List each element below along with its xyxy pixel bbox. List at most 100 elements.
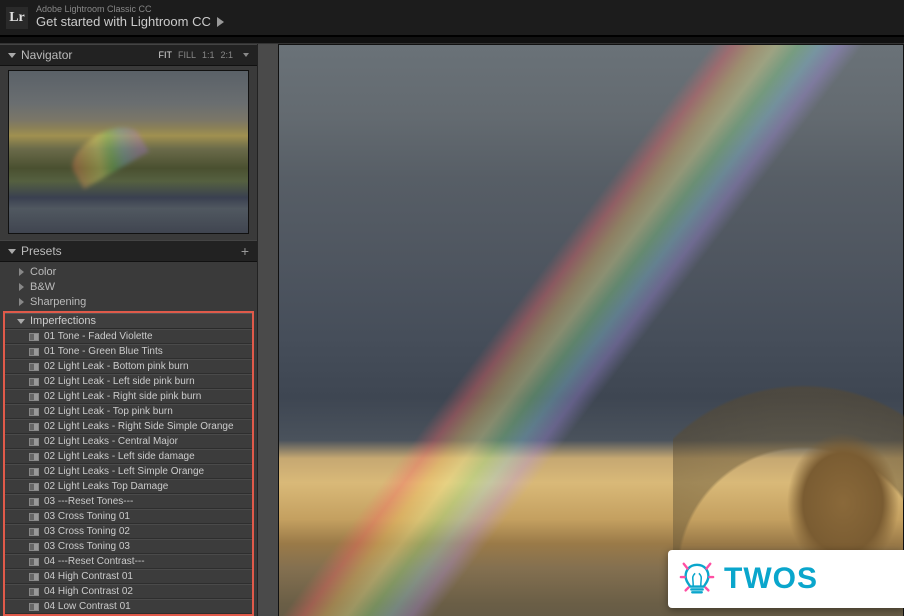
preset-icon — [29, 363, 39, 371]
preset-item-label: 02 Light Leak - Top pink burn — [44, 406, 173, 417]
app-logo: Lr — [6, 7, 28, 29]
preset-icon — [29, 588, 39, 596]
presets-header[interactable]: Presets + — [0, 240, 257, 262]
title-block: Adobe Lightroom Classic CC Get started w… — [36, 5, 224, 29]
preset-group-sharpening[interactable]: Sharpening — [0, 294, 257, 309]
preset-item[interactable]: 02 Light Leaks - Left Simple Orange — [5, 464, 252, 479]
preset-item[interactable]: 02 Light Leak - Bottom pink burn — [5, 359, 252, 374]
preset-list: 01 Tone - Faded Violette 01 Tone - Green … — [5, 329, 252, 614]
app-title-bar: Lr Adobe Lightroom Classic CC Get starte… — [0, 0, 904, 36]
toolbar-separator — [0, 36, 904, 44]
chevron-right-icon — [19, 268, 24, 276]
preset-item[interactable]: 02 Light Leaks Top Damage — [5, 479, 252, 494]
preset-item-label: 03 Cross Toning 01 — [44, 511, 130, 522]
navigator-modes[interactable]: FIT FILL 1:1 2:1 — [158, 50, 249, 60]
left-panel: Navigator FIT FILL 1:1 2:1 Presets + Col… — [0, 44, 258, 616]
preset-item-label: 03 ---Reset Tones--- — [44, 496, 133, 507]
preset-icon — [29, 408, 39, 416]
preset-item[interactable]: 03 Cross Toning 01 — [5, 509, 252, 524]
preset-item-label: 04 High Contrast 01 — [44, 571, 133, 582]
navigator-preview[interactable] — [8, 70, 249, 234]
preset-icon — [29, 438, 39, 446]
preset-item-label: 02 Light Leak - Left side pink burn — [44, 376, 195, 387]
presets-title: Presets — [21, 244, 62, 258]
preset-group-label: Color — [30, 266, 56, 278]
nav-mode-1to1[interactable]: 1:1 — [202, 50, 215, 60]
preset-group-label: Imperfections — [30, 315, 96, 327]
chevron-right-icon — [19, 298, 24, 306]
navigator-title: Navigator — [21, 48, 72, 62]
preset-icon — [29, 453, 39, 461]
lightbulb-icon — [678, 560, 716, 598]
preset-item[interactable]: 01 Tone - Faded Violette — [5, 329, 252, 344]
preset-item-label: 04 ---Reset Contrast--- — [44, 556, 145, 567]
chevron-down-icon — [8, 53, 16, 58]
watermark-overlay: TWOS — [668, 550, 904, 608]
watermark-text: TWOS — [724, 562, 818, 596]
preset-item-label: 02 Light Leak - Right side pink burn — [44, 391, 201, 402]
preset-item-label: 03 Cross Toning 03 — [44, 541, 130, 552]
preset-groups: Color B&W Sharpening — [0, 262, 257, 311]
preset-item-label: 01 Tone - Faded Violette — [44, 331, 153, 342]
preset-icon — [29, 603, 39, 611]
play-icon — [217, 17, 224, 27]
preset-item[interactable]: 04 High Contrast 02 — [5, 584, 252, 599]
preset-icon — [29, 378, 39, 386]
preset-group-color[interactable]: Color — [0, 264, 257, 279]
app-name-large[interactable]: Get started with Lightroom CC — [36, 15, 224, 29]
preset-icon — [29, 483, 39, 491]
preset-item[interactable]: 03 Cross Toning 02 — [5, 524, 252, 539]
preset-item-label: 02 Light Leaks Top Damage — [44, 481, 168, 492]
main-area: Navigator FIT FILL 1:1 2:1 Presets + Col… — [0, 44, 904, 616]
nav-mode-fit[interactable]: FIT — [158, 50, 172, 60]
preset-item[interactable]: 03 ---Reset Tones--- — [5, 494, 252, 509]
chevron-down-icon — [17, 319, 25, 324]
chevron-down-icon — [8, 249, 16, 254]
preset-item[interactable]: 02 Light Leak - Top pink burn — [5, 404, 252, 419]
preset-icon — [29, 498, 39, 506]
preset-group-imperfections[interactable]: Imperfections — [5, 313, 252, 329]
add-preset-icon[interactable]: + — [241, 244, 249, 258]
preset-item[interactable]: 04 High Contrast 01 — [5, 569, 252, 584]
preset-item-label: 02 Light Leaks - Left side damage — [44, 451, 195, 462]
preset-item-label: 02 Light Leaks - Right Side Simple Orang… — [44, 421, 234, 432]
navigator-header[interactable]: Navigator FIT FILL 1:1 2:1 — [0, 44, 257, 66]
preset-group-bw[interactable]: B&W — [0, 279, 257, 294]
content-area — [258, 44, 904, 616]
preset-item[interactable]: 03 Cross Toning 03 — [5, 539, 252, 554]
preset-item-label: 02 Light Leaks - Central Major — [44, 436, 178, 447]
chevron-right-icon — [19, 283, 24, 291]
preset-item[interactable]: 02 Light Leaks - Central Major — [5, 434, 252, 449]
preset-icon — [29, 393, 39, 401]
preset-icon — [29, 333, 39, 341]
app-name-large-text: Get started with Lightroom CC — [36, 15, 211, 29]
preset-item[interactable]: 04 Low Contrast 01 — [5, 599, 252, 614]
preset-item-label: 02 Light Leaks - Left Simple Orange — [44, 466, 204, 477]
preset-icon — [29, 513, 39, 521]
preset-icon — [29, 543, 39, 551]
main-photo[interactable] — [278, 44, 904, 616]
chevron-down-icon[interactable] — [243, 53, 249, 57]
preset-item-label: 02 Light Leak - Bottom pink burn — [44, 361, 189, 372]
preset-item[interactable]: 02 Light Leak - Left side pink burn — [5, 374, 252, 389]
preset-icon — [29, 573, 39, 581]
preset-icon — [29, 423, 39, 431]
nav-mode-fill[interactable]: FILL — [178, 50, 196, 60]
preset-item-label: 01 Tone - Green Blue Tints — [44, 346, 163, 357]
preset-item-label: 04 Low Contrast 01 — [44, 601, 131, 612]
nav-mode-2to1[interactable]: 2:1 — [220, 50, 233, 60]
preset-item-label: 04 High Contrast 02 — [44, 586, 133, 597]
preset-icon — [29, 558, 39, 566]
preset-item[interactable]: 04 ---Reset Contrast--- — [5, 554, 252, 569]
presets-highlighted-group: Imperfections 01 Tone - Faded Violette01… — [3, 311, 254, 616]
preset-group-label: B&W — [30, 281, 55, 293]
preset-icon — [29, 528, 39, 536]
preset-item[interactable]: 01 Tone - Green Blue Tints — [5, 344, 252, 359]
preset-item[interactable]: 02 Light Leaks - Left side damage — [5, 449, 252, 464]
preset-item[interactable]: 02 Light Leaks - Right Side Simple Orang… — [5, 419, 252, 434]
preset-item[interactable]: 02 Light Leak - Right side pink burn — [5, 389, 252, 404]
preset-item-label: 03 Cross Toning 02 — [44, 526, 130, 537]
preset-icon — [29, 348, 39, 356]
preset-group-label: Sharpening — [30, 296, 86, 308]
preset-icon — [29, 468, 39, 476]
